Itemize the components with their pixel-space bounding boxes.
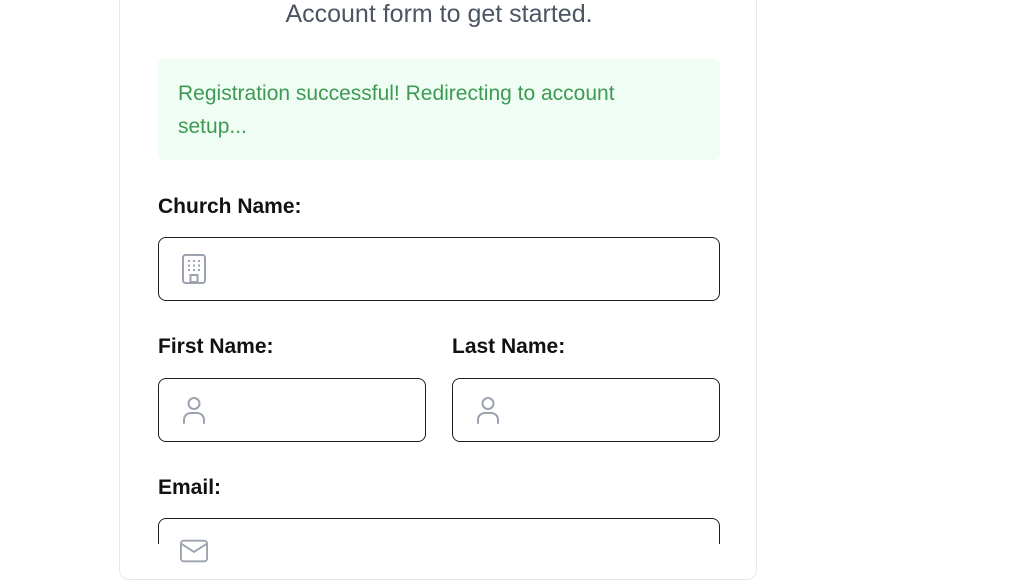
last-name-field[interactable] xyxy=(452,378,760,442)
first-name-label: First Name: xyxy=(158,335,274,358)
last-name-label: Last Name: xyxy=(452,335,566,358)
success-alert: Registration successful! Redirecting to … xyxy=(158,59,720,160)
success-alert-message: Registration successful! Redirecting to … xyxy=(178,82,615,138)
email-input[interactable] xyxy=(222,519,719,545)
church-name-field[interactable] xyxy=(158,237,720,301)
church-name-input[interactable] xyxy=(222,238,719,300)
first-name-input[interactable] xyxy=(222,379,466,441)
email-field[interactable] xyxy=(158,518,720,563)
last-name-input[interactable] xyxy=(516,379,760,441)
church-name-label: Church Name: xyxy=(158,195,302,218)
building-icon xyxy=(180,254,208,284)
user-icon xyxy=(474,396,502,424)
mail-icon xyxy=(180,537,208,565)
user-icon xyxy=(180,396,208,424)
form-subtitle: Account form to get started. xyxy=(285,0,593,28)
email-label: Email: xyxy=(158,476,222,499)
first-name-field[interactable] xyxy=(158,378,466,442)
